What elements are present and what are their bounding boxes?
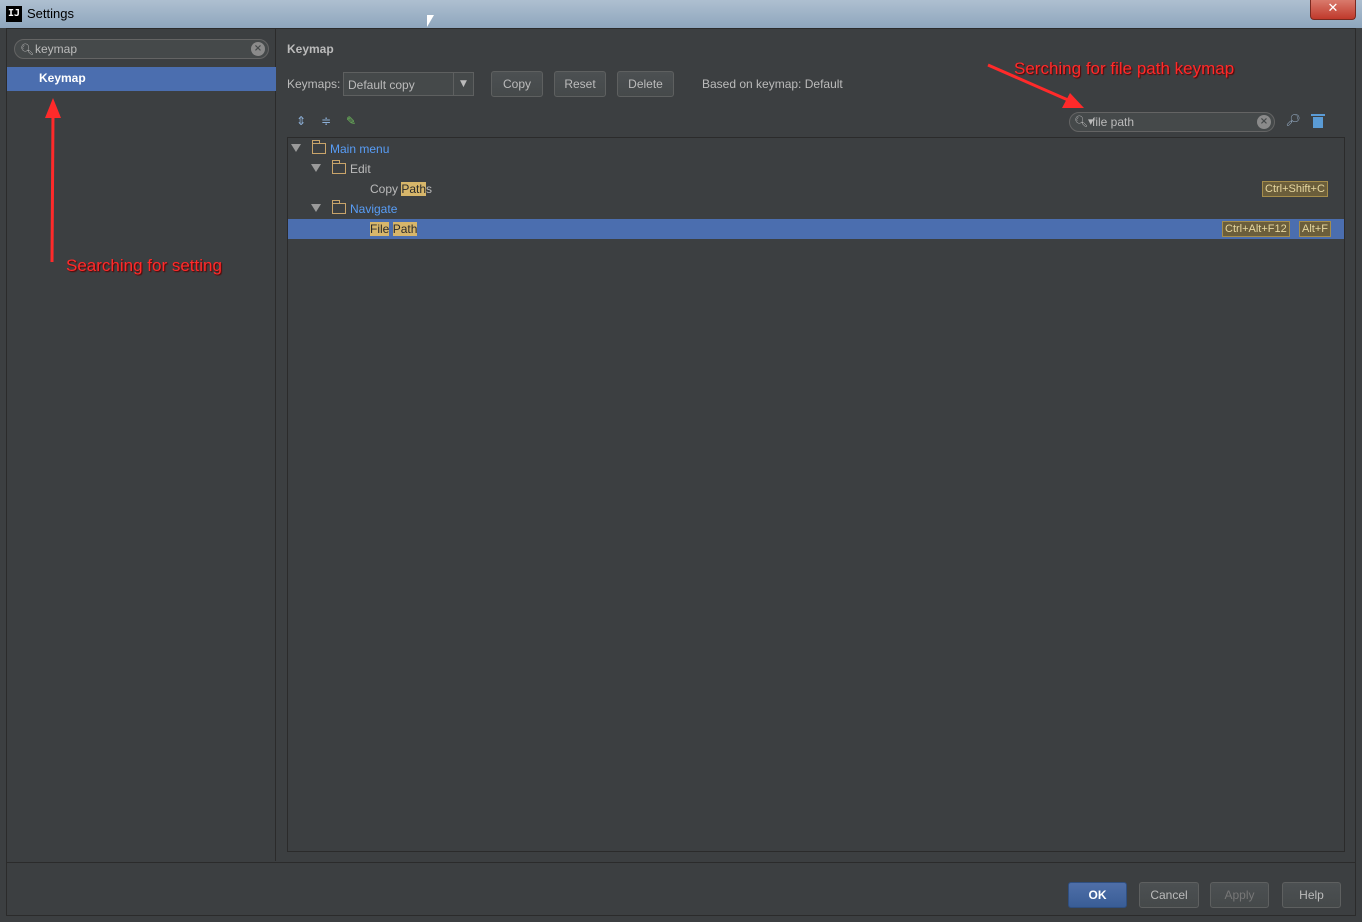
label-text: Copy xyxy=(370,182,402,196)
settings-search-input[interactable] xyxy=(35,42,240,56)
shortcut-badge: Alt+F xyxy=(1299,221,1331,237)
annotation-setting-search: Searching for setting xyxy=(66,256,222,275)
find-by-shortcut-icon[interactable]: 🔎︎ xyxy=(1285,113,1301,129)
delete-button[interactable]: Delete xyxy=(617,71,674,97)
expand-toggle-icon[interactable] xyxy=(311,204,321,212)
search-match-highlight: Path xyxy=(392,222,418,236)
trash-icon[interactable] xyxy=(1311,113,1325,129)
mouse-cursor-icon xyxy=(427,15,434,27)
clear-filter-icon[interactable]: × xyxy=(1257,115,1271,129)
edit-pencil-icon[interactable]: ✎ xyxy=(343,113,359,129)
search-icon: 🔍︎▾ xyxy=(1074,115,1094,128)
tree-label-edit: Edit xyxy=(350,162,371,176)
expand-all-icon[interactable]: ⇕ xyxy=(293,113,309,129)
collapse-all-icon[interactable]: ≑ xyxy=(318,113,334,129)
sidebar-item-keymap[interactable]: Keymap xyxy=(7,67,276,91)
page-title: Keymap xyxy=(287,42,334,56)
search-icon: 🔍︎ xyxy=(20,43,34,56)
tree-row-edit[interactable]: Edit xyxy=(288,159,1344,179)
tree-label-main-menu: Main menu xyxy=(330,142,390,156)
sidebar-item-label: Keymap xyxy=(39,71,86,85)
search-match-highlight: Path xyxy=(401,182,427,196)
tree-row-main-menu[interactable]: Main menu xyxy=(288,139,1344,159)
reset-button[interactable]: Reset xyxy=(554,71,606,97)
cancel-button[interactable]: Cancel xyxy=(1139,882,1199,908)
ok-button[interactable]: OK xyxy=(1068,882,1127,908)
tree-label-navigate: Navigate xyxy=(350,202,398,216)
clear-search-icon[interactable]: × xyxy=(251,42,265,56)
keymap-filter-input[interactable] xyxy=(1092,115,1252,129)
help-button[interactable]: Help xyxy=(1282,882,1341,908)
folder-icon xyxy=(332,160,346,174)
settings-window: IJ Settings ✕ 🔍︎ × Keymap Keymap Keymaps… xyxy=(0,0,1362,922)
annotation-keymap-search: Serching for file path keymap xyxy=(1014,59,1235,78)
dialog-body: 🔍︎ × Keymap Keymap Keymaps: Default copy… xyxy=(6,28,1356,916)
keymap-dropdown-value: Default copy xyxy=(348,78,415,92)
expand-toggle-icon[interactable] xyxy=(291,144,301,152)
copy-button[interactable]: Copy xyxy=(491,71,543,97)
keymaps-label: Keymaps: xyxy=(287,77,341,91)
label-text: s xyxy=(426,182,433,196)
folder-icon xyxy=(332,200,346,214)
close-window-button[interactable]: ✕ xyxy=(1310,0,1356,20)
folder-icon xyxy=(312,140,326,154)
dialog-button-bar: OK Cancel Apply Help xyxy=(7,862,1355,915)
based-on-keymap-label: Based on keymap: Default xyxy=(702,77,843,91)
settings-sidebar: 🔍︎ × Keymap xyxy=(7,29,276,861)
shortcut-badge: Ctrl+Shift+C xyxy=(1262,181,1328,197)
tree-row-copy-paths[interactable]: Copy Paths Ctrl+Shift+C xyxy=(288,179,1344,199)
keymap-dropdown[interactable]: Default copy ▼ xyxy=(343,72,474,96)
tree-row-file-path[interactable]: File Path Ctrl+Alt+F12 Alt+F xyxy=(288,219,1344,239)
search-match-highlight: File xyxy=(370,222,390,236)
tree-row-navigate[interactable]: Navigate xyxy=(288,199,1344,219)
shortcut-badge: Ctrl+Alt+F12 xyxy=(1222,221,1290,237)
keymap-filter-field[interactable]: 🔍︎▾ × xyxy=(1069,112,1275,132)
settings-search-field[interactable]: 🔍︎ × xyxy=(14,39,269,59)
intellij-app-icon: IJ xyxy=(6,6,22,22)
apply-button[interactable]: Apply xyxy=(1210,882,1269,908)
chevron-down-icon[interactable]: ▼ xyxy=(453,73,473,95)
expand-toggle-icon[interactable] xyxy=(311,164,321,172)
keymap-panel: Keymap Keymaps: Default copy ▼ Copy Rese… xyxy=(277,29,1355,861)
action-label-copy-paths: Copy Paths xyxy=(370,182,432,196)
action-label-file-path: File Path xyxy=(370,222,418,236)
window-title: Settings xyxy=(27,6,74,21)
title-bar[interactable]: IJ Settings ✕ xyxy=(0,0,1362,28)
keymap-tree: Main menu Edit Copy Paths Ctrl+Shift+C N… xyxy=(287,137,1345,852)
